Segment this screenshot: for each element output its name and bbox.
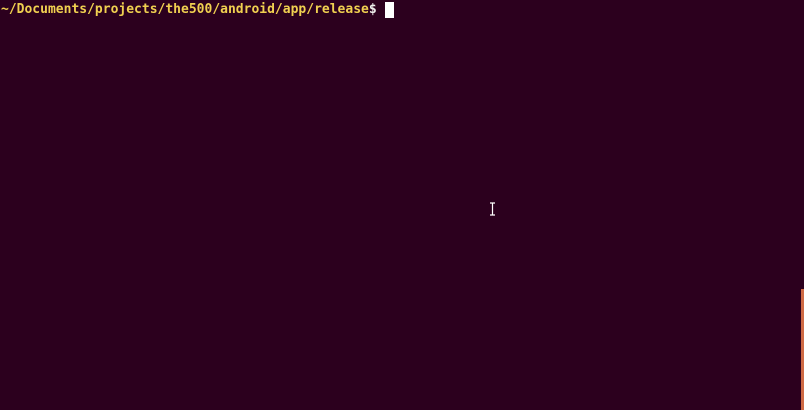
prompt-line: ~/Documents/projects/the500/android/app/… <box>1 1 394 18</box>
prompt-path: ~/Documents/projects/the500/android/app/… <box>1 2 369 17</box>
terminal-window[interactable]: ~/Documents/projects/the500/android/app/… <box>0 0 804 410</box>
prompt-symbol: $ <box>368 2 377 17</box>
text-cursor <box>384 1 394 18</box>
text-ibeam-cursor-icon <box>490 202 495 216</box>
